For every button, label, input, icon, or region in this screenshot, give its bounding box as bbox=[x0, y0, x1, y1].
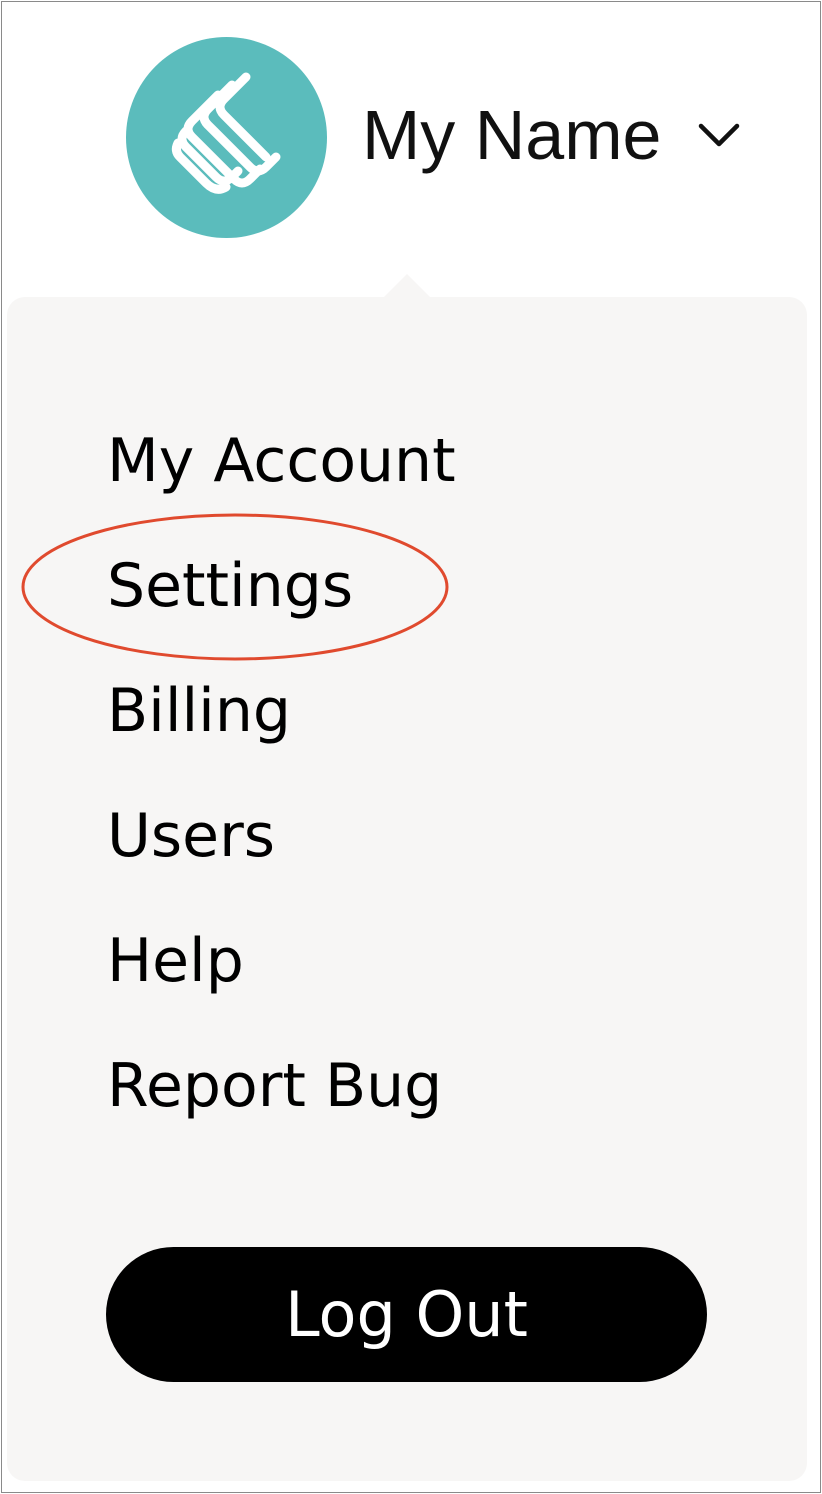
menu-item-my-account[interactable]: My Account bbox=[107, 415, 456, 507]
logout-button[interactable]: Log Out bbox=[106, 1247, 707, 1382]
dropdown-menu: My Account Settings Billing Users Help R… bbox=[7, 297, 807, 1481]
logo-stacked-s-icon bbox=[171, 72, 281, 194]
chevron-down-icon[interactable] bbox=[695, 114, 743, 154]
avatar[interactable] bbox=[126, 37, 327, 238]
menu-item-help[interactable]: Help bbox=[107, 915, 244, 1007]
menu-item-settings[interactable]: Settings bbox=[107, 540, 353, 632]
menu-item-report-bug[interactable]: Report Bug bbox=[107, 1040, 442, 1132]
menu-item-users[interactable]: Users bbox=[107, 790, 275, 882]
menu-item-billing[interactable]: Billing bbox=[107, 665, 291, 757]
user-name[interactable]: My Name bbox=[362, 90, 661, 180]
account-menu-window: My Name My Account Settings Billing User… bbox=[1, 1, 821, 1493]
account-header: My Name bbox=[2, 2, 820, 272]
dropdown-caret bbox=[383, 274, 431, 298]
